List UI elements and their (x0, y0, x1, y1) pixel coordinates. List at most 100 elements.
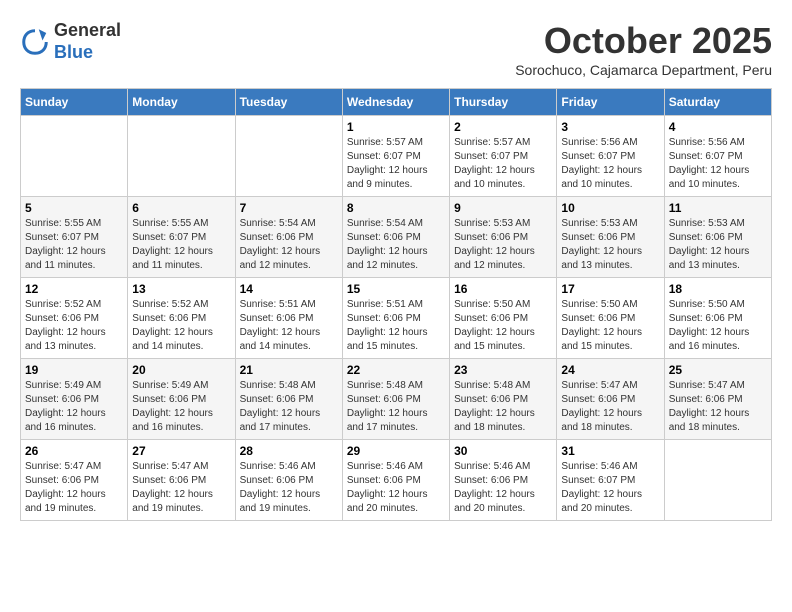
day-number: 18 (669, 282, 767, 296)
calendar-cell: 19Sunrise: 5:49 AM Sunset: 6:06 PM Dayli… (21, 359, 128, 440)
calendar-cell: 29 Sunrise: 5:46 AM Sunset: 6:06 PM Dayli… (342, 440, 449, 521)
calendar-cell: 10 Sunrise: 5:53 AM Sunset: 6:06 PM Dayli… (557, 197, 664, 278)
day-info: Sunrise: 5:46 AM Sunset: 6:06 PM Dayligh… (454, 460, 552, 516)
day-number: 16 (454, 282, 552, 296)
day-info: Sunrise: 5:47 AM Sunset: 6:06 PM Dayligh… (25, 460, 123, 516)
weekday-header: Wednesday (342, 89, 449, 116)
weekday-header: Saturday (664, 89, 771, 116)
day-info: Sunrise: 5:51 AM Sunset: 6:06 PM Dayligh… (347, 298, 445, 354)
calendar-table: SundayMondayTuesdayWednesdayThursdayFrid… (20, 88, 772, 521)
calendar-cell: 31 Sunrise: 5:46 AM Sunset: 6:07 PM Dayli… (557, 440, 664, 521)
day-info: Sunrise: 5:55 AM Sunset: 6:07 PM Dayligh… (25, 217, 123, 273)
calendar-cell (664, 440, 771, 521)
weekday-header: Sunday (21, 89, 128, 116)
day-number: 10 (561, 201, 659, 215)
day-info: Sunrise: 5:46 AM Sunset: 6:06 PM Dayligh… (240, 460, 338, 516)
calendar-cell: 7 Sunrise: 5:54 AM Sunset: 6:06 PM Daylig… (235, 197, 342, 278)
day-info: Sunrise: 5:53 AM Sunset: 6:06 PM Dayligh… (669, 217, 767, 273)
day-info: Sunrise: 5:56 AM Sunset: 6:07 PM Dayligh… (561, 136, 659, 192)
day-info: Sunrise: 5:50 AM Sunset: 6:06 PM Dayligh… (561, 298, 659, 354)
day-info: Sunrise: 5:52 AM Sunset: 6:06 PM Dayligh… (132, 298, 230, 354)
calendar-cell: 20 Sunrise: 5:49 AM Sunset: 6:06 PM Dayli… (128, 359, 235, 440)
day-info: Sunrise: 5:49 AM Sunset: 6:06 PM Dayligh… (132, 379, 230, 435)
calendar-week-row: 12Sunrise: 5:52 AM Sunset: 6:06 PM Dayli… (21, 278, 772, 359)
day-number: 8 (347, 201, 445, 215)
page-header: General Blue October 2025 Sorochuco, Caj… (20, 20, 772, 78)
day-number: 30 (454, 444, 552, 458)
calendar-cell: 21 Sunrise: 5:48 AM Sunset: 6:06 PM Dayli… (235, 359, 342, 440)
day-info: Sunrise: 5:55 AM Sunset: 6:07 PM Dayligh… (132, 217, 230, 273)
calendar-cell: 3 Sunrise: 5:56 AM Sunset: 6:07 PM Daylig… (557, 116, 664, 197)
day-number: 2 (454, 120, 552, 134)
calendar-cell: 9Sunrise: 5:53 AM Sunset: 6:06 PM Daylig… (450, 197, 557, 278)
day-info: Sunrise: 5:48 AM Sunset: 6:06 PM Dayligh… (347, 379, 445, 435)
calendar-cell: 2 Sunrise: 5:57 AM Sunset: 6:07 PM Daylig… (450, 116, 557, 197)
calendar-week-row: 1 Sunrise: 5:57 AM Sunset: 6:07 PM Daylig… (21, 116, 772, 197)
calendar-cell: 30 Sunrise: 5:46 AM Sunset: 6:06 PM Dayli… (450, 440, 557, 521)
calendar-cell: 24 Sunrise: 5:47 AM Sunset: 6:06 PM Dayli… (557, 359, 664, 440)
day-info: Sunrise: 5:47 AM Sunset: 6:06 PM Dayligh… (561, 379, 659, 435)
calendar-cell: 6Sunrise: 5:55 AM Sunset: 6:07 PM Daylig… (128, 197, 235, 278)
day-number: 24 (561, 363, 659, 377)
logo: General Blue (20, 20, 121, 63)
calendar-cell (235, 116, 342, 197)
day-info: Sunrise: 5:48 AM Sunset: 6:06 PM Dayligh… (454, 379, 552, 435)
day-info: Sunrise: 5:46 AM Sunset: 6:06 PM Dayligh… (347, 460, 445, 516)
weekday-header: Monday (128, 89, 235, 116)
calendar-cell: 1Sunrise: 5:57 AM Sunset: 6:07 PM Daylig… (342, 116, 449, 197)
calendar-cell: 16 Sunrise: 5:50 AM Sunset: 6:06 PM Dayli… (450, 278, 557, 359)
calendar-cell: 25Sunrise: 5:47 AM Sunset: 6:06 PM Dayli… (664, 359, 771, 440)
day-number: 20 (132, 363, 230, 377)
day-number: 29 (347, 444, 445, 458)
calendar-cell: 5 Sunrise: 5:55 AM Sunset: 6:07 PM Daylig… (21, 197, 128, 278)
calendar-cell: 17Sunrise: 5:50 AM Sunset: 6:06 PM Dayli… (557, 278, 664, 359)
calendar-cell: 26 Sunrise: 5:47 AM Sunset: 6:06 PM Dayli… (21, 440, 128, 521)
day-number: 14 (240, 282, 338, 296)
day-info: Sunrise: 5:53 AM Sunset: 6:06 PM Dayligh… (561, 217, 659, 273)
calendar-cell: 12Sunrise: 5:52 AM Sunset: 6:06 PM Dayli… (21, 278, 128, 359)
title-section: October 2025 Sorochuco, Cajamarca Depart… (515, 20, 772, 78)
day-info: Sunrise: 5:46 AM Sunset: 6:07 PM Dayligh… (561, 460, 659, 516)
calendar-week-row: 26 Sunrise: 5:47 AM Sunset: 6:06 PM Dayli… (21, 440, 772, 521)
day-info: Sunrise: 5:57 AM Sunset: 6:07 PM Dayligh… (454, 136, 552, 192)
calendar-cell: 22Sunrise: 5:48 AM Sunset: 6:06 PM Dayli… (342, 359, 449, 440)
day-number: 15 (347, 282, 445, 296)
month-title: October 2025 (515, 20, 772, 62)
day-info: Sunrise: 5:52 AM Sunset: 6:06 PM Dayligh… (25, 298, 123, 354)
day-number: 9 (454, 201, 552, 215)
logo-blue-text: Blue (54, 42, 93, 62)
calendar-cell: 23 Sunrise: 5:48 AM Sunset: 6:06 PM Dayli… (450, 359, 557, 440)
calendar-cell: 18 Sunrise: 5:50 AM Sunset: 6:06 PM Dayli… (664, 278, 771, 359)
day-info: Sunrise: 5:54 AM Sunset: 6:06 PM Dayligh… (347, 217, 445, 273)
calendar-cell: 4Sunrise: 5:56 AM Sunset: 6:07 PM Daylig… (664, 116, 771, 197)
logo-general-text: General (54, 20, 121, 40)
day-number: 25 (669, 363, 767, 377)
day-number: 7 (240, 201, 338, 215)
day-number: 27 (132, 444, 230, 458)
day-number: 31 (561, 444, 659, 458)
day-number: 23 (454, 363, 552, 377)
day-info: Sunrise: 5:54 AM Sunset: 6:06 PM Dayligh… (240, 217, 338, 273)
day-number: 3 (561, 120, 659, 134)
calendar-week-row: 19Sunrise: 5:49 AM Sunset: 6:06 PM Dayli… (21, 359, 772, 440)
day-info: Sunrise: 5:47 AM Sunset: 6:06 PM Dayligh… (132, 460, 230, 516)
day-number: 4 (669, 120, 767, 134)
calendar-cell: 27 Sunrise: 5:47 AM Sunset: 6:06 PM Dayli… (128, 440, 235, 521)
day-number: 21 (240, 363, 338, 377)
calendar-cell: 28Sunrise: 5:46 AM Sunset: 6:06 PM Dayli… (235, 440, 342, 521)
day-info: Sunrise: 5:50 AM Sunset: 6:06 PM Dayligh… (669, 298, 767, 354)
day-number: 5 (25, 201, 123, 215)
weekday-header: Friday (557, 89, 664, 116)
day-info: Sunrise: 5:50 AM Sunset: 6:06 PM Dayligh… (454, 298, 552, 354)
calendar-cell: 15 Sunrise: 5:51 AM Sunset: 6:06 PM Dayli… (342, 278, 449, 359)
calendar-cell: 11Sunrise: 5:53 AM Sunset: 6:06 PM Dayli… (664, 197, 771, 278)
day-number: 1 (347, 120, 445, 134)
weekday-header: Tuesday (235, 89, 342, 116)
calendar-cell (21, 116, 128, 197)
calendar-cell: 8 Sunrise: 5:54 AM Sunset: 6:06 PM Daylig… (342, 197, 449, 278)
day-info: Sunrise: 5:49 AM Sunset: 6:06 PM Dayligh… (25, 379, 123, 435)
calendar-week-row: 5 Sunrise: 5:55 AM Sunset: 6:07 PM Daylig… (21, 197, 772, 278)
day-info: Sunrise: 5:48 AM Sunset: 6:06 PM Dayligh… (240, 379, 338, 435)
day-number: 26 (25, 444, 123, 458)
day-number: 13 (132, 282, 230, 296)
